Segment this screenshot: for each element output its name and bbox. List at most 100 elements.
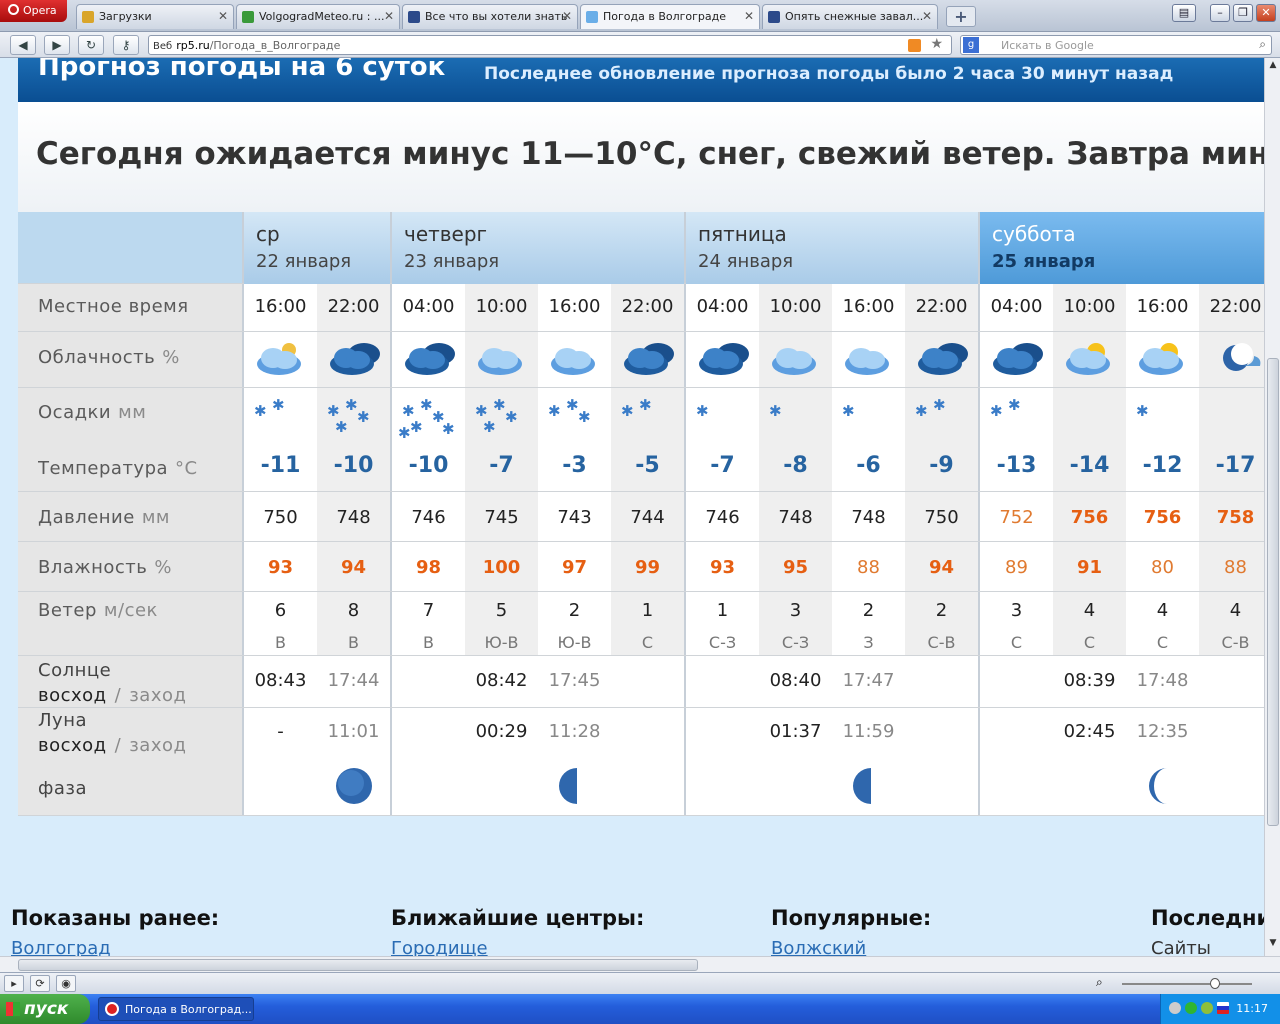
zoom-control[interactable]: ⌕ [1092, 975, 1262, 992]
wind-speed-value: 4 [1229, 600, 1242, 621]
address-bar[interactable]: Веб rp5.ru/Погода_в_Волгограде ★ [148, 35, 952, 55]
popular-link[interactable]: Волжский [771, 938, 866, 956]
reload-button[interactable]: ↻ [78, 35, 104, 55]
opera-menu-button[interactable]: Opera [0, 0, 67, 22]
address-prefix: Веб [153, 41, 173, 52]
tab-title: Загрузки [99, 10, 152, 23]
temperature-value: -7 [710, 453, 735, 478]
forward-button[interactable]: ▶ [44, 35, 70, 55]
wind-direction-value: В [348, 633, 359, 652]
search-icon[interactable]: ⌕ [1259, 37, 1266, 52]
wind-speed-value: 3 [1010, 600, 1023, 621]
snowflake-icon: ✱ [442, 420, 455, 438]
bookmark-star-icon[interactable]: ★ [930, 36, 943, 52]
scroll-up-icon[interactable]: ▲ [1266, 60, 1280, 76]
tab-favicon-icon [768, 11, 780, 23]
sync-icon[interactable]: ⟳ [30, 975, 50, 992]
panel-toggle-icon[interactable]: ▸ [4, 975, 24, 992]
tab-close-icon[interactable]: ✕ [922, 9, 932, 23]
wind-speed-value: 5 [495, 600, 508, 621]
google-icon[interactable]: g [963, 37, 979, 53]
pressure-label: Давление мм [38, 507, 170, 528]
tab-1[interactable]: Загрузки ✕ [76, 4, 234, 29]
temperature-value: -14 [1069, 453, 1110, 478]
close-window-button[interactable]: ✕ [1256, 4, 1276, 22]
tab-2[interactable]: VolgogradMeteo.ru : ... ✕ [236, 4, 400, 29]
address-domain: rp5.ru [176, 39, 210, 52]
new-tab-button[interactable]: + [946, 6, 976, 27]
temperature-label-unit: °C [175, 458, 198, 479]
rise-text: восход [38, 735, 107, 756]
wand-key-button[interactable]: ⚷ [113, 35, 139, 55]
time-cell: 04:00 [696, 296, 749, 317]
footer-links: Показаны ранее: Волгоград Ближайшие цент… [0, 888, 1264, 956]
temperature-value: -8 [783, 453, 808, 478]
partly-cloudy-icon [550, 348, 595, 375]
horizontal-scrollbar[interactable] [0, 956, 1280, 972]
moon-label-sub: восход / заход [38, 735, 186, 756]
snowflake-icon: ✱ [1136, 402, 1149, 420]
snowflake-icon: ✱ [933, 396, 946, 414]
day-date: 24 января [698, 251, 794, 272]
vertical-scroll-thumb[interactable] [1267, 358, 1279, 826]
row-separator [18, 815, 1264, 816]
minimize-button[interactable]: – [1210, 4, 1230, 22]
opera-label: Opera [23, 4, 57, 17]
opera-taskbar-icon [105, 1002, 119, 1016]
shown-before-link[interactable]: Волгоград [11, 938, 111, 956]
time-cell: 04:00 [990, 296, 1043, 317]
clear-night-icon [1222, 343, 1260, 371]
sun-label-sub: восход / заход [38, 685, 186, 706]
taskbar: пуск Погода в Волгоград... 11:17 [0, 994, 1280, 1024]
tab-close-icon[interactable]: ✕ [562, 9, 572, 23]
zoom-icon[interactable]: ⌕ [1096, 975, 1103, 990]
wind-label-unit: м/сек [103, 600, 158, 621]
moon-phase-icon [335, 768, 372, 804]
humidity-value: 95 [782, 557, 809, 578]
snowflake-icon: ✱ [410, 418, 423, 436]
tab-4[interactable]: Погода в Волгограде ✕ [580, 4, 760, 29]
sunset-value: 17:47 [842, 670, 895, 691]
taskbar-item-opera[interactable]: Погода в Волгоград... [98, 997, 254, 1021]
tab-menu-icon[interactable]: ▤ [1172, 4, 1196, 22]
tab-close-icon[interactable]: ✕ [384, 9, 394, 23]
tab-favicon-icon [82, 11, 94, 23]
rss-icon[interactable] [908, 39, 921, 52]
snowflake-icon: ✱ [696, 402, 709, 420]
humidity-value: 80 [1151, 557, 1174, 578]
horizontal-scroll-thumb[interactable] [18, 959, 698, 971]
forecast-summary: Сегодня ожидается минус 11—10°C, снег, с… [18, 102, 1264, 212]
navigation-toolbar: ◀ ▶ ↻ ⚷ Веб rp5.ru/Погода_в_Волгограде ★ … [0, 32, 1280, 58]
tab-3[interactable]: Все что вы хотели знать ✕ [402, 4, 578, 29]
tab-close-icon[interactable]: ✕ [744, 9, 754, 23]
tab-close-icon[interactable]: ✕ [218, 9, 228, 23]
tray-app-icon[interactable] [1201, 1002, 1213, 1014]
humidity-value: 91 [1076, 557, 1103, 578]
scroll-down-icon[interactable]: ▼ [1266, 938, 1280, 954]
wind-direction-value: В [275, 633, 286, 652]
tab-title: Опять снежные завал... [785, 10, 924, 23]
restore-button[interactable]: ❐ [1233, 4, 1253, 22]
last-text: Сайты "Расп [1151, 938, 1211, 956]
wind-speed-value: 3 [789, 600, 802, 621]
status-bar: ▸ ⟳ ◉ ⌕ [0, 972, 1280, 994]
start-button[interactable]: пуск [0, 994, 90, 1024]
snowflake-icon: ✱ [1008, 396, 1021, 414]
vertical-scrollbar[interactable]: ▲ ▼ [1264, 58, 1280, 956]
snowflake-icon: ✱ [398, 424, 411, 442]
tray-arrow-icon[interactable] [1169, 1002, 1181, 1014]
snowflake-icon: ✱ [769, 402, 782, 420]
turbo-icon[interactable]: ◉ [56, 975, 76, 992]
tab-5[interactable]: Опять снежные завал... ✕ [762, 4, 938, 29]
search-field[interactable]: g Искать в Google ⌕ [960, 35, 1272, 55]
back-button[interactable]: ◀ [10, 35, 36, 55]
snowflake-icon: ✱ [915, 402, 928, 420]
tray-network-icon[interactable] [1185, 1002, 1197, 1014]
day-date: 25 января [992, 251, 1096, 272]
day-date: 22 января [256, 251, 352, 272]
nearest-link[interactable]: Городище [391, 938, 488, 956]
zoom-slider[interactable] [1210, 978, 1220, 989]
language-flag-icon[interactable] [1217, 1002, 1229, 1014]
snowflake-icon: ✱ [483, 418, 496, 436]
snowflake-icon: ✱ [335, 418, 348, 436]
